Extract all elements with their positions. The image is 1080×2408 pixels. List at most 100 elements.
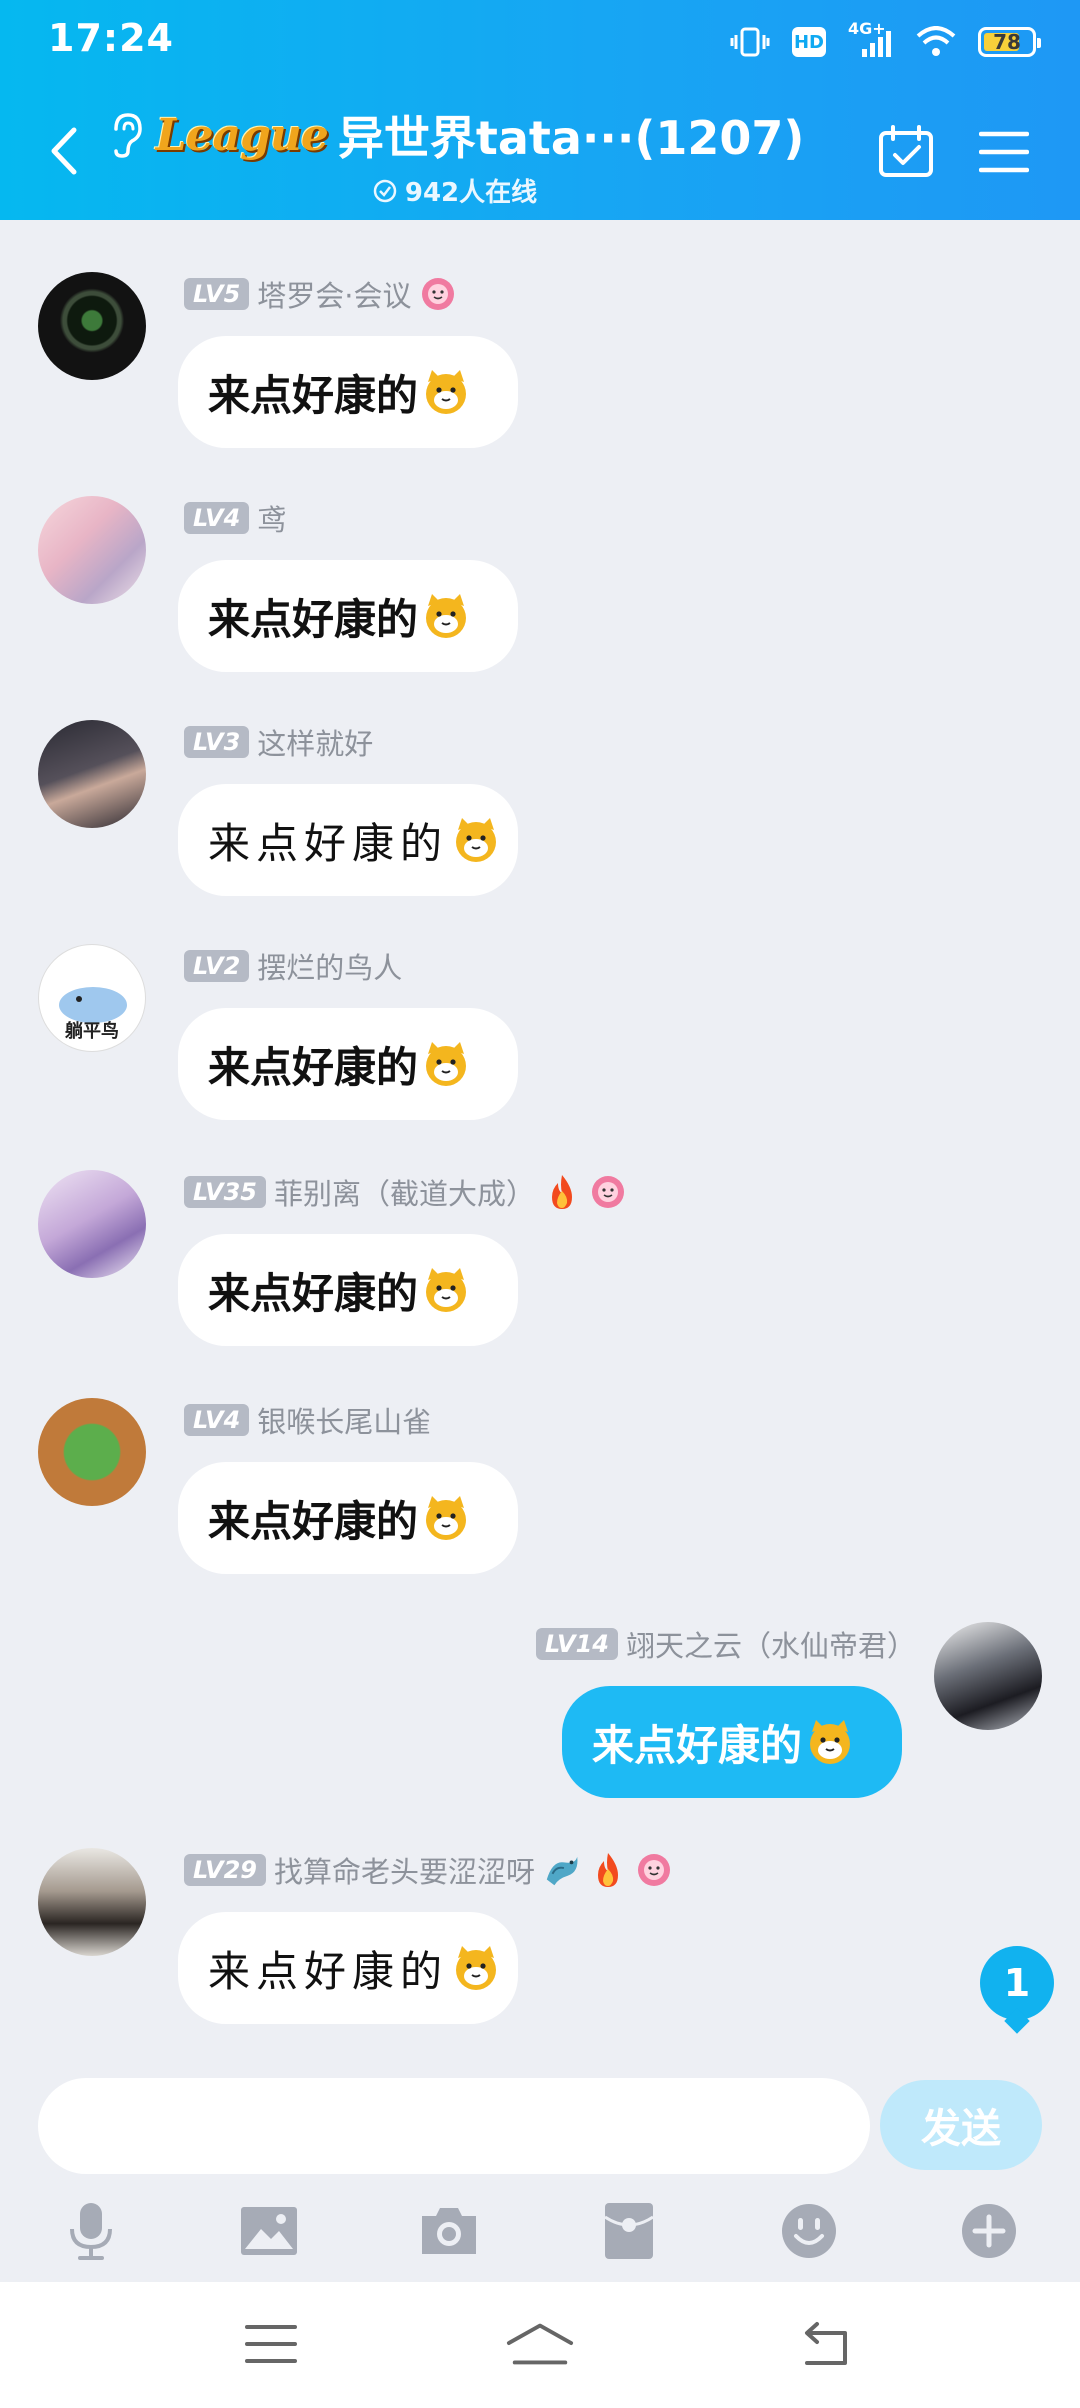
sender-name[interactable]: 鸢 xyxy=(257,497,286,539)
smile-icon xyxy=(782,2204,836,2258)
avatar[interactable] xyxy=(38,1848,146,1956)
recent-apps-icon xyxy=(245,2325,297,2363)
message-text: 来点好康的 xyxy=(208,818,449,868)
message-input[interactable] xyxy=(38,2078,870,2174)
fire-badge-icon xyxy=(543,1173,581,1211)
message-text: 来点好康的 xyxy=(592,1720,803,1770)
voice-button[interactable] xyxy=(56,2196,126,2266)
level-badge: LV14 xyxy=(536,1628,618,1660)
emoji-button[interactable] xyxy=(774,2196,844,2266)
message-text: 来点好康的 xyxy=(208,1946,449,1996)
avatar[interactable] xyxy=(38,1398,146,1506)
camera-button[interactable] xyxy=(414,2196,484,2266)
sender-meta: LV5 塔罗会·会议 xyxy=(184,274,457,314)
fire-badge-icon xyxy=(589,1851,627,1889)
avatar-caption: 躺平鸟 xyxy=(65,1021,119,1042)
home-button[interactable] xyxy=(505,2312,575,2376)
check-circle-icon xyxy=(373,179,397,202)
hd-icon: HD xyxy=(792,27,826,57)
battery-level: 78 xyxy=(993,30,1021,54)
sender-name[interactable]: 翊天之云（水仙帝君） xyxy=(626,1623,916,1665)
back-nav-button[interactable] xyxy=(790,2312,860,2376)
message-bubble[interactable]: 来点好康的 xyxy=(178,1234,518,1346)
doge-face-emoji-icon xyxy=(422,1266,470,1314)
home-icon xyxy=(506,2323,574,2365)
red-packet-button[interactable] xyxy=(594,2196,664,2266)
signal-icon: 4G+ xyxy=(848,19,894,59)
avatar[interactable] xyxy=(934,1622,1042,1730)
sender-name[interactable]: 塔罗会·会议 xyxy=(257,273,411,315)
chat-title-area[interactable]: League 异世界tata···(1207) 942人在线 xyxy=(113,100,804,209)
group-logo: League xyxy=(155,109,329,161)
message-bubble[interactable]: 来点好康的 xyxy=(178,1462,518,1574)
image-icon xyxy=(241,2207,297,2255)
doge-face-emoji-icon xyxy=(422,1494,470,1542)
level-badge: LV2 xyxy=(184,950,250,982)
message-item: LV35 菲别离（截道大成） 来点好康的 xyxy=(0,1168,1080,1368)
doge-face-emoji-icon xyxy=(806,1718,854,1766)
level-badge: LV5 xyxy=(184,278,250,310)
message-item: LV5 塔罗会·会议来点好康的 xyxy=(0,270,1080,470)
doge-face-emoji-icon xyxy=(422,1040,470,1088)
sender-name[interactable]: 这样就好 xyxy=(257,721,373,763)
unread-count-badge[interactable]: 1 xyxy=(980,1946,1054,2020)
chat-header: 17:24 HD 4G+ 78 League 异世界tata···(1207) … xyxy=(0,0,1080,220)
sender-name[interactable]: 找算命老头要涩涩呀 xyxy=(274,1849,535,1891)
status-time: 17:24 xyxy=(48,16,174,60)
online-count: 942人在线 xyxy=(145,172,765,209)
wifi-icon xyxy=(916,25,956,59)
avatar[interactable] xyxy=(38,272,146,380)
message-bubble[interactable]: 来点好康的 xyxy=(178,784,518,896)
menu-icon xyxy=(979,131,1029,173)
flower-badge-icon xyxy=(589,1173,627,1211)
level-badge: LV4 xyxy=(184,502,250,534)
doge-face-emoji-icon xyxy=(452,1944,500,1992)
flower-badge-icon xyxy=(419,275,457,313)
send-button[interactable]: 发送 xyxy=(880,2080,1042,2170)
battery-icon: 78 xyxy=(978,27,1041,57)
message-bubble[interactable]: 来点好康的 xyxy=(178,560,518,672)
message-item: LV4 鸢来点好康的 xyxy=(0,494,1080,694)
message-bubble[interactable]: 来点好康的 xyxy=(178,336,518,448)
message-item: LV3 这样就好 来点好康的 xyxy=(0,718,1080,918)
flower-badge-icon xyxy=(635,1851,673,1889)
message-bubble[interactable]: 来点好康的 xyxy=(562,1686,902,1798)
avatar[interactable] xyxy=(38,496,146,604)
recent-apps-button[interactable] xyxy=(236,2312,306,2376)
sender-meta: LV2 摆烂的鸟人 xyxy=(184,946,402,986)
level-badge: LV29 xyxy=(184,1854,266,1886)
doge-face-emoji-icon xyxy=(422,368,470,416)
camera-icon xyxy=(422,2208,476,2254)
avatar[interactable] xyxy=(38,1170,146,1278)
message-text: 来点好康的 xyxy=(208,370,419,420)
message-text: 来点好康的 xyxy=(208,594,419,644)
red-packet-icon xyxy=(604,2203,654,2259)
message-bubble[interactable]: 来点好康的 xyxy=(178,1008,518,1120)
image-button[interactable] xyxy=(234,2196,304,2266)
sender-meta: LV35 菲别离（截道大成） xyxy=(184,1172,627,1212)
doge-face-emoji-icon xyxy=(452,816,500,864)
message-text: 来点好康的 xyxy=(208,1268,419,1318)
ear-icon xyxy=(106,111,146,159)
sender-meta: LV4 鸢 xyxy=(184,498,286,538)
more-button[interactable] xyxy=(954,2196,1024,2266)
menu-button[interactable] xyxy=(974,122,1034,182)
dragon-badge-icon xyxy=(543,1851,581,1889)
calendar-check-icon xyxy=(879,125,933,177)
avatar[interactable] xyxy=(38,720,146,828)
status-bar: 17:24 HD 4G+ 78 xyxy=(0,0,1080,80)
back-button[interactable] xyxy=(38,118,88,184)
microphone-icon xyxy=(70,2203,112,2260)
level-badge: LV35 xyxy=(184,1176,266,1208)
vibrate-icon xyxy=(730,25,770,59)
sender-name[interactable]: 银喉长尾山雀 xyxy=(257,1399,431,1441)
message-item: 躺平鸟 LV2 摆烂的鸟人来点好康的 xyxy=(0,942,1080,1142)
sender-meta: LV4 银喉长尾山雀 xyxy=(184,1400,431,1440)
return-icon xyxy=(805,2322,847,2365)
calendar-check-button[interactable] xyxy=(876,122,936,182)
message-item: LV29 找算命老头要涩涩呀来点好康的 xyxy=(0,1846,1080,2046)
avatar[interactable]: 躺平鸟 xyxy=(38,944,146,1052)
message-bubble[interactable]: 来点好康的 xyxy=(178,1912,518,2024)
sender-name[interactable]: 菲别离（截道大成） xyxy=(274,1171,535,1213)
sender-name[interactable]: 摆烂的鸟人 xyxy=(257,945,402,987)
